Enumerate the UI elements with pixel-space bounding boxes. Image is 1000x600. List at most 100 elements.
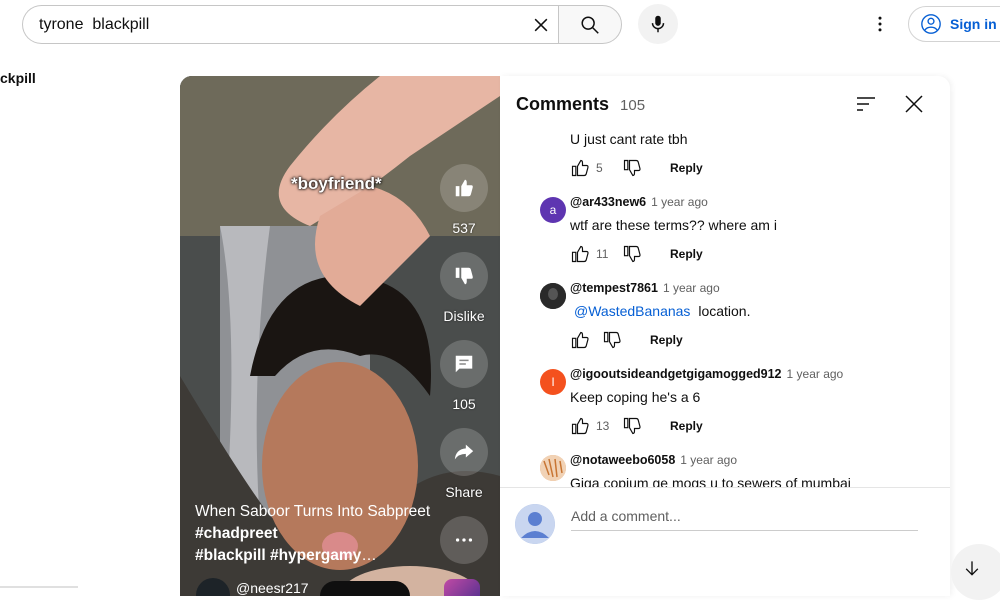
comment-text: Keep coping he's a 6	[570, 389, 701, 405]
comment-author[interactable]: @tempest7861	[570, 281, 658, 295]
comment-item: a @ar433new6 1 year ago wtf are these te…	[540, 195, 930, 265]
more-vert-icon	[878, 16, 882, 32]
thumb-up-icon	[455, 179, 473, 197]
comment-text: @WastedBananas location.	[570, 303, 930, 319]
like-count: 13	[596, 419, 610, 433]
account-icon	[921, 14, 941, 34]
sort-comments-button[interactable]	[854, 92, 878, 116]
close-icon	[534, 18, 548, 32]
sign-in-button[interactable]: Sign in	[908, 6, 1000, 42]
comments-panel: Comments 105 U just cant rate tbh 5 Repl…	[500, 76, 950, 596]
thumb-down-icon[interactable]	[622, 416, 642, 436]
dislike-label: Dislike	[443, 308, 485, 324]
hashtag-hypergamy[interactable]: #hypergamy	[270, 547, 361, 564]
hashtag-chadpreet[interactable]: #chadpreet	[195, 525, 278, 542]
reply-button[interactable]: Reply	[670, 247, 703, 261]
comment-author[interactable]: @ar433new6	[570, 195, 646, 209]
dislike-action: Dislike	[440, 252, 488, 324]
video-caption-text: *boyfriend*	[291, 174, 382, 193]
avatar[interactable]	[540, 455, 566, 481]
thumb-down-icon[interactable]	[622, 158, 642, 178]
like-count: 5	[596, 161, 603, 175]
comment-list[interactable]: U just cant rate tbh 5 Reply a @ar433new…	[500, 128, 950, 488]
search-icon	[581, 15, 599, 34]
thumb-down-icon	[455, 267, 473, 285]
avatar-image	[540, 283, 566, 309]
like-button[interactable]	[440, 164, 488, 212]
comment-author[interactable]: @notaweebo6058	[570, 453, 675, 467]
dislike-button[interactable]	[440, 252, 488, 300]
comment-item: @notaweebo6058 1 year ago Giga copium ge…	[540, 453, 930, 488]
add-comment-input[interactable]: Add a comment...	[571, 508, 918, 531]
like-count: 11	[596, 247, 609, 261]
comment-item: I @igooutsideandgetgigamogged912 1 year …	[540, 367, 930, 437]
comment-header: @notaweebo6058 1 year ago	[570, 453, 930, 467]
user-avatar	[515, 504, 555, 544]
comments-count-label: 105	[620, 97, 646, 114]
comment-body: location.	[698, 303, 751, 319]
comment-header: @ar433new6 1 year ago	[570, 195, 930, 209]
like-count: 537	[452, 220, 476, 236]
thumb-up-icon[interactable]	[570, 244, 590, 264]
settings-more-button[interactable]	[866, 10, 894, 38]
sign-in-label: Sign in	[950, 16, 997, 32]
close-comments-button[interactable]	[902, 92, 926, 116]
comment-time[interactable]: 1 year ago	[663, 281, 720, 295]
mention-link[interactable]: @WastedBananas	[574, 303, 690, 319]
reply-button[interactable]: Reply	[670, 419, 703, 433]
thumb-down-icon[interactable]	[602, 330, 622, 350]
thumb-down-icon[interactable]	[622, 244, 642, 264]
comment-composer: Add a comment...	[500, 487, 950, 597]
comments-header: Comments 105	[516, 94, 645, 115]
next-video-button[interactable]	[951, 544, 1000, 600]
comment-header: @tempest7861 1 year ago	[570, 281, 930, 295]
comment-time[interactable]: 1 year ago	[787, 367, 844, 381]
video-title[interactable]: When Saboor Turns Into Sabpreet #chadpre…	[195, 501, 435, 567]
comment-time[interactable]: 1 year ago	[680, 453, 737, 467]
subscribe-button[interactable]	[320, 581, 410, 596]
channel-handle[interactable]: @neesr217	[236, 580, 309, 596]
more-options-button[interactable]	[440, 516, 488, 564]
masthead: Sign in	[0, 0, 1000, 48]
comment-item: @tempest7861 1 year ago @WastedBananas l…	[540, 281, 930, 351]
hashtag-blackpill[interactable]: #blackpill	[195, 547, 266, 564]
short-video-player[interactable]: *boyfriend* 537 Dislike 105 Share When S…	[180, 76, 500, 596]
comment-item: U just cant rate tbh 5 Reply	[570, 131, 930, 179]
share-button[interactable]	[440, 428, 488, 476]
voice-search-button[interactable]	[638, 4, 678, 44]
comments-button[interactable]	[440, 340, 488, 388]
clear-search-button[interactable]	[528, 12, 554, 38]
comments-count: 105	[452, 396, 476, 412]
more-horiz-icon	[455, 538, 473, 542]
thumb-up-icon[interactable]	[570, 330, 590, 350]
comments-action: 105	[440, 340, 488, 412]
title-ellipsis: …	[361, 547, 377, 564]
share-label: Share	[445, 484, 483, 500]
close-icon	[905, 95, 923, 113]
sort-icon	[857, 97, 875, 111]
comments-title: Comments	[516, 94, 610, 114]
avatar-image	[540, 455, 566, 481]
more-action	[440, 516, 488, 564]
avatar[interactable]: a	[540, 197, 566, 223]
comment-actions: 11 Reply	[570, 243, 930, 265]
search-input[interactable]	[39, 15, 509, 34]
search-button[interactable]	[558, 5, 622, 44]
search-box	[22, 5, 558, 44]
thumb-up-icon[interactable]	[570, 158, 590, 178]
arrow-down-icon	[965, 561, 979, 576]
avatar[interactable]	[540, 283, 566, 309]
avatar[interactable]: I	[540, 369, 566, 395]
mic-icon	[651, 15, 665, 33]
comment-actions: 13 Reply	[570, 415, 930, 437]
comment-author[interactable]: @igooutsideandgetgigamogged912	[570, 367, 782, 381]
comment-time[interactable]: 1 year ago	[651, 195, 708, 209]
share-action: Share	[440, 428, 488, 500]
share-icon	[454, 444, 474, 460]
thumb-up-icon[interactable]	[570, 416, 590, 436]
title-text: When Saboor Turns Into Sabpreet	[195, 503, 431, 520]
comment-icon	[455, 355, 473, 373]
comment-actions: Reply	[570, 329, 930, 351]
reply-button[interactable]: Reply	[650, 333, 683, 347]
reply-button[interactable]: Reply	[670, 161, 703, 175]
